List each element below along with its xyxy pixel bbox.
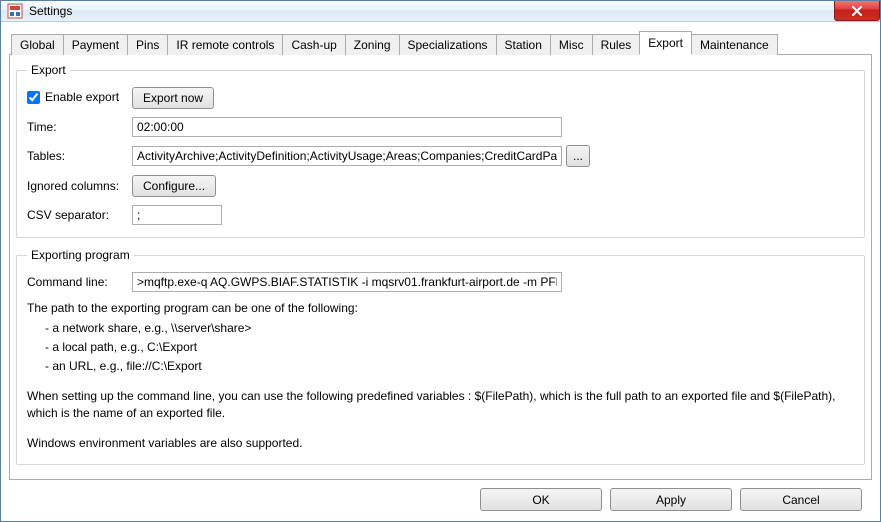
tabstrip: Global Payment Pins IR remote controls C… xyxy=(9,30,872,55)
enable-export-checkbox-wrap: Enable export xyxy=(27,90,132,107)
csv-separator-input[interactable] xyxy=(132,205,222,225)
command-line-label: Command line: xyxy=(27,275,132,289)
client-area: Global Payment Pins IR remote controls C… xyxy=(1,22,880,521)
tab-label: Station xyxy=(505,38,542,52)
tab-zoning[interactable]: Zoning xyxy=(345,34,400,55)
enable-export-checkbox[interactable]: Enable export xyxy=(27,90,119,104)
tab-maintenance[interactable]: Maintenance xyxy=(691,34,778,55)
close-button[interactable] xyxy=(834,1,880,21)
tables-browse-button[interactable]: ... xyxy=(566,145,590,167)
ok-button[interactable]: OK xyxy=(480,488,602,511)
help-bullet-1: - a network share, e.g., \\server\share> xyxy=(27,320,854,337)
tables-label: Tables: xyxy=(27,149,132,163)
cancel-button[interactable]: Cancel xyxy=(740,488,862,511)
tables-input[interactable] xyxy=(132,146,562,166)
export-group: Export Enable export Export now Time: xyxy=(16,63,865,238)
exporting-program-legend: Exporting program xyxy=(27,248,134,262)
configure-button[interactable]: Configure... xyxy=(132,175,216,197)
tab-rules[interactable]: Rules xyxy=(592,34,641,55)
tab-label: Maintenance xyxy=(700,38,769,52)
tab-label: Specializations xyxy=(408,38,488,52)
tab-global[interactable]: Global xyxy=(11,34,64,55)
tab-misc[interactable]: Misc xyxy=(550,34,593,55)
time-label: Time: xyxy=(27,120,132,134)
tab-station[interactable]: Station xyxy=(496,34,551,55)
tab-label: Cash-up xyxy=(291,38,336,52)
tab-payment[interactable]: Payment xyxy=(63,34,128,55)
titlebar: Settings xyxy=(1,1,880,22)
tab-label: Zoning xyxy=(354,38,391,52)
tab-label: Export xyxy=(648,36,683,50)
time-input[interactable] xyxy=(132,117,562,137)
csv-separator-label: CSV separator: xyxy=(27,208,132,222)
window-title: Settings xyxy=(29,4,72,18)
app-icon xyxy=(7,3,23,19)
export-now-button[interactable]: Export now xyxy=(132,87,214,109)
tab-specializations[interactable]: Specializations xyxy=(399,34,497,55)
help-bullet-2: - a local path, e.g., C:\Export xyxy=(27,339,854,356)
tab-label: Payment xyxy=(72,38,119,52)
exporting-program-group: Exporting program Command line: The path… xyxy=(16,248,865,465)
tab-label: Global xyxy=(20,38,55,52)
tab-label: Pins xyxy=(136,38,159,52)
tab-label: IR remote controls xyxy=(176,38,274,52)
tab-label: Rules xyxy=(601,38,632,52)
apply-button[interactable]: Apply xyxy=(610,488,732,511)
enable-export-label: Enable export xyxy=(45,90,119,104)
help-vars: When setting up the command line, you ca… xyxy=(27,388,854,423)
ignored-columns-label: Ignored columns: xyxy=(27,179,132,193)
tab-export[interactable]: Export xyxy=(639,31,692,55)
command-line-input[interactable] xyxy=(132,272,562,292)
dialog-buttons: OK Apply Cancel xyxy=(9,480,872,521)
tab-label: Misc xyxy=(559,38,584,52)
enable-export-input[interactable] xyxy=(27,91,40,104)
settings-window: Settings Global Payment Pins IR remote c… xyxy=(0,0,881,522)
tab-panel-export: Export Enable export Export now Time: xyxy=(9,55,872,480)
help-text: The path to the exporting program can be… xyxy=(27,300,854,452)
help-intro: The path to the exporting program can be… xyxy=(27,300,854,317)
help-bullet-3: - an URL, e.g., file://C:\Export xyxy=(27,358,854,375)
tab-ir-remote-controls[interactable]: IR remote controls xyxy=(167,34,283,55)
tab-cash-up[interactable]: Cash-up xyxy=(282,34,345,55)
export-group-legend: Export xyxy=(27,63,70,77)
help-env: Windows environment variables are also s… xyxy=(27,435,854,452)
tab-pins[interactable]: Pins xyxy=(127,34,168,55)
